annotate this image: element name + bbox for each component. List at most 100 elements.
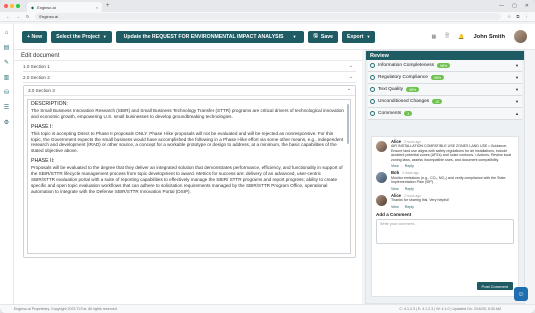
- save-icon: 🖫: [313, 33, 318, 39]
- section-2-accordion[interactable]: 2.0 Section 2 ⌄: [23, 72, 356, 83]
- export-label: Export: [347, 33, 364, 40]
- save-label: Save: [320, 33, 334, 40]
- section-1-label: 1.0 Section 1: [23, 63, 50, 69]
- browser-window: ◆ Enginso.ai × + — ▢ ✕ ← → ↻ Enginso.ai …: [0, 0, 535, 313]
- chevron-down-icon: ▼: [515, 63, 519, 68]
- select-project-dropdown[interactable]: Select the Project ▼: [51, 30, 112, 43]
- close-window-dot[interactable]: [4, 4, 8, 8]
- avatar: [376, 195, 387, 207]
- forward-icon[interactable]: →: [16, 14, 20, 19]
- score-badge: 98%: [406, 87, 420, 92]
- chevron-down-icon: ▼: [515, 75, 519, 80]
- tab-strip: ◆ Enginso.ai × + — ▢ ✕: [0, 0, 535, 12]
- comment-text: Monitor emissions (e.g., CO₂, NO₂) and v…: [391, 175, 506, 185]
- circle-check-icon: [370, 87, 375, 92]
- criterion-text-quality[interactable]: Text Quality 98% ▼: [368, 84, 522, 96]
- view-link[interactable]: View: [391, 164, 399, 168]
- edit-icon[interactable]: ✎: [4, 59, 9, 66]
- url-text: Enginso.ai: [39, 14, 59, 19]
- new-button[interactable]: + New: [22, 30, 48, 43]
- save-button[interactable]: 🖫 Save: [308, 30, 339, 43]
- left-nav-rail: ⌂ ▤ ✎ ▥ ⛁ ☰ ⚙: [0, 24, 14, 304]
- comment-time: 2 hours ago: [404, 194, 421, 199]
- view-link[interactable]: View: [391, 187, 399, 191]
- close-icon[interactable]: ✕: [525, 3, 529, 9]
- maximize-window-dot[interactable]: [16, 4, 20, 8]
- criterion-information-completeness[interactable]: Information Completeness 98% ▼: [368, 60, 522, 72]
- circle-check-icon: [370, 99, 375, 104]
- grid-icon[interactable]: ▦: [431, 34, 436, 40]
- comment-icon: [370, 111, 375, 116]
- criterion-label: Information Completeness: [378, 63, 434, 68]
- new-tab-icon[interactable]: +: [106, 3, 110, 9]
- extensions-icon[interactable]: ⧉: [516, 14, 519, 20]
- comment-textarea[interactable]: Write your comment...: [376, 219, 514, 245]
- comment-item: Bob 2 hours ago Monitor emissions (e.g., …: [372, 168, 518, 191]
- export-button[interactable]: Export ▼: [342, 30, 376, 43]
- criterion-comments[interactable]: Comments 3 ▲: [368, 108, 522, 120]
- home-icon[interactable]: ⌂: [5, 30, 9, 36]
- copyright-text: Enginso.ai Proprietary. Copyright 2023 T…: [14, 307, 117, 311]
- file-icon[interactable]: 🗎: [445, 33, 449, 41]
- favicon-icon: ◆: [31, 4, 35, 10]
- reply-link[interactable]: Reply: [405, 164, 414, 168]
- bookmark-icon[interactable]: ☆: [507, 14, 511, 20]
- settings-icon[interactable]: ⚙: [4, 119, 9, 126]
- count-badge: 3: [404, 111, 413, 116]
- menu-icon[interactable]: ⋮: [525, 14, 530, 20]
- phase2-text: Proposals will be evaluated to the degre…: [31, 165, 343, 194]
- user-name[interactable]: John Smith: [473, 34, 505, 40]
- count-badge: 10: [432, 99, 443, 104]
- post-comment-button[interactable]: Post Comment: [476, 282, 513, 290]
- criterion-label: Regulatory Compliance: [378, 75, 428, 80]
- criterion-label: Unconditioned Changes: [378, 99, 430, 104]
- minimize-icon[interactable]: —: [499, 3, 504, 9]
- criterion-label: Text Quality: [378, 87, 404, 92]
- criterion-label: Comments: [378, 111, 402, 116]
- comment-text: AIR INSTALLATION COMPATIBLE USE ZONES LA…: [391, 144, 512, 162]
- select-project-label: Select the Project: [56, 33, 100, 40]
- database-icon[interactable]: ⛁: [4, 89, 9, 96]
- criterion-regulatory-compliance[interactable]: Regulatory Compliance 98% ▼: [368, 72, 522, 84]
- url-field[interactable]: Enginso.ai: [35, 13, 502, 20]
- document-dropdown[interactable]: Update the REQUEST FOR ENVIRONMENTAL IMP…: [115, 30, 305, 43]
- restore-icon[interactable]: ▢: [512, 3, 517, 9]
- notification-bell-icon[interactable]: 🔔: [458, 34, 464, 40]
- phase1-text: This topic is accepting Direct to Phase …: [31, 130, 344, 154]
- section-3-text-editor[interactable]: DESCRIPTION: The Small Business Innovati…: [27, 99, 351, 254]
- reply-link[interactable]: Reply: [405, 187, 414, 191]
- comment-author: Bob: [391, 170, 400, 176]
- book-icon[interactable]: ▥: [4, 74, 10, 81]
- criterion-unconditioned-changes[interactable]: Unconditioned Changes 10 ▼: [368, 96, 522, 108]
- avatar[interactable]: [514, 30, 527, 43]
- description-text: The Small Business Innovation Research (…: [31, 107, 344, 119]
- assistant-bot-button[interactable]: ☺: [514, 287, 528, 301]
- chevron-down-icon: ▼: [102, 34, 107, 39]
- browser-tab[interactable]: ◆ Enginso.ai ×: [27, 2, 102, 12]
- section-3-accordion: 3.0 Section 3 ⌃ DESCRIPTION: The Small B…: [23, 85, 356, 258]
- section-1-accordion[interactable]: 1.0 Section 1 ⌄: [23, 61, 356, 72]
- chevron-down-icon: ▼: [292, 34, 297, 39]
- avatar: [376, 141, 387, 152]
- edit-document-panel: Edit document 1.0 Section 1 ⌄ 2.0 Sectio…: [14, 50, 362, 304]
- reload-icon[interactable]: ↻: [26, 14, 29, 19]
- view-link[interactable]: View: [391, 205, 399, 209]
- close-tab-icon[interactable]: ×: [96, 5, 98, 10]
- editor-scrollbar[interactable]: [347, 104, 349, 144]
- section-2-label: 2.0 Section 2: [23, 74, 50, 80]
- back-icon[interactable]: ←: [6, 14, 10, 19]
- score-badge: 98%: [430, 75, 445, 80]
- review-title: Review: [366, 51, 524, 60]
- minimize-window-dot[interactable]: [10, 4, 14, 8]
- reply-link[interactable]: Reply: [405, 205, 414, 209]
- chevron-down-icon: ⌄: [348, 63, 353, 69]
- documents-icon[interactable]: ▤: [4, 44, 10, 51]
- section-3-header[interactable]: 3.0 Section 3 ⌃: [24, 86, 355, 96]
- robot-icon: ☺: [517, 290, 525, 298]
- comment-time: 2 hours ago: [404, 140, 421, 144]
- tab-title: Enginso.ai: [37, 4, 56, 10]
- chevron-down-icon: ▼: [515, 87, 519, 92]
- chevron-down-icon: ⌄: [348, 74, 353, 80]
- list-icon[interactable]: ☰: [4, 104, 9, 111]
- window-controls: — ▢ ✕: [499, 3, 535, 9]
